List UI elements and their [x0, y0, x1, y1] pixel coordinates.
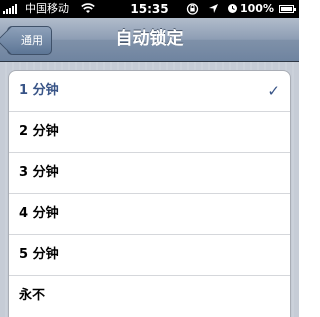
option-never[interactable]: 永不 — [9, 276, 290, 317]
auto-lock-options-list: 1 分钟 ✓ 2 分钟 3 分钟 4 分钟 5 分钟 永不 — [8, 70, 291, 317]
status-bar: 中国移动 15:35 100% — [0, 0, 299, 18]
option-label: 3 分钟 — [19, 165, 59, 180]
option-4-minutes[interactable]: 4 分钟 — [9, 194, 290, 235]
option-label: 永不 — [19, 288, 46, 303]
battery-icon — [279, 5, 296, 13]
option-label: 5 分钟 — [19, 247, 59, 262]
checkmark-icon: ✓ — [267, 82, 280, 100]
battery-percent: 100% — [240, 2, 274, 15]
option-3-minutes[interactable]: 3 分钟 — [9, 153, 290, 194]
screen: 中国移动 15:35 100% 通用 自动锁定 1 分钟 ✓ 2 分钟 3 分钟… — [0, 0, 299, 317]
option-1-minute[interactable]: 1 分钟 ✓ — [9, 71, 290, 112]
alarm-icon — [227, 3, 238, 17]
option-2-minutes[interactable]: 2 分钟 — [9, 112, 290, 153]
option-label: 2 分钟 — [19, 124, 59, 139]
location-arrow-icon — [208, 3, 219, 17]
navigation-bar: 通用 自动锁定 — [0, 18, 299, 62]
page-title: 自动锁定 — [115, 29, 184, 49]
option-label: 4 分钟 — [19, 206, 59, 221]
option-label: 1 分钟 — [19, 83, 59, 98]
rotation-lock-icon — [186, 3, 199, 18]
option-5-minutes[interactable]: 5 分钟 — [9, 235, 290, 276]
